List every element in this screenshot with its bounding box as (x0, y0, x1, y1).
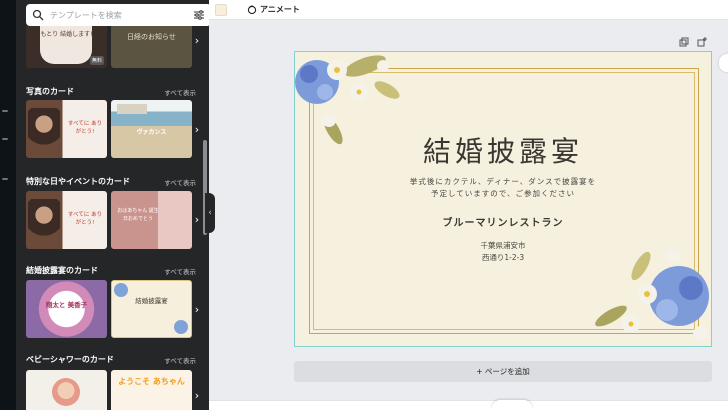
template-row: 翔太と 美香子 結婚披露宴 (26, 280, 192, 338)
thumb-text: すべてに ありがとう! (67, 121, 103, 135)
section-title: ベビーシャワーのカード (26, 355, 114, 364)
thumb-text: おばあちゃん 誕生日おめでとう (117, 208, 159, 222)
template-thumb[interactable]: 日経のお知らせ (111, 26, 192, 68)
animate-icon (247, 4, 257, 14)
editor-toolbar: アニメート (209, 0, 728, 20)
section-header: 写真のカード すべて表示 (26, 86, 196, 97)
address-line2[interactable]: 西通り1-2-3 (295, 252, 711, 263)
template-thumb[interactable]: すべてに ありがとう! (26, 100, 107, 158)
template-thumb[interactable] (26, 370, 107, 410)
see-all-link[interactable]: すべて表示 (164, 355, 196, 365)
section-header: ベビーシャワーのカード すべて表示 (26, 354, 196, 365)
template-thumb[interactable]: すべてに ありがとう! (26, 191, 107, 249)
thumb-text: 日経のお知らせ (127, 33, 176, 41)
chevron-right-icon[interactable]: › (192, 33, 202, 47)
search-input[interactable]: テンプレートを検索 (50, 10, 193, 21)
chevron-right-icon[interactable]: › (192, 212, 202, 226)
template-thumb[interactable]: 結婚披露宴 (111, 280, 192, 338)
chevron-right-icon[interactable]: › (192, 122, 202, 136)
add-page-button[interactable]: + ページを追加 (294, 361, 712, 382)
collapse-panel-button[interactable]: ‹ (205, 193, 215, 233)
free-badge: 無料 (89, 56, 104, 65)
filter-icon[interactable] (193, 9, 205, 21)
section-header: 特別な日やイベントのカード すべて表示 (26, 176, 196, 187)
section-header: 結婚披露宴のカード すべて表示 (26, 265, 196, 276)
chevron-right-icon[interactable]: › (192, 302, 202, 316)
background-color-swatch[interactable] (215, 3, 227, 16)
search-box[interactable]: テンプレートを検索 (26, 4, 209, 26)
section-title: 結婚披露宴のカード (26, 266, 98, 275)
bottom-bar (209, 400, 728, 410)
animate-button[interactable]: アニメート (247, 4, 300, 15)
venue-name[interactable]: ブルーマリンレストラン (295, 214, 711, 229)
thumb-text: ようこそ あちゃん (118, 377, 185, 386)
add-page-icon[interactable] (697, 37, 707, 47)
page-tools (679, 37, 707, 47)
rail-mark (2, 178, 8, 180)
thumb-text: もとり 結婚します! (40, 31, 93, 38)
invitation-text-line2[interactable]: 予定していますので、ご参加ください (295, 188, 711, 199)
rail-mark (2, 110, 8, 112)
address-line1[interactable]: 千葉県浦安市 (295, 240, 711, 251)
thumb-text: 翔太と 美香子 (45, 301, 88, 309)
chevron-left-icon: ‹ (208, 208, 212, 218)
left-rail (0, 0, 16, 410)
bottom-expand-handle[interactable] (492, 400, 532, 410)
template-thumb[interactable]: おばあちゃん 誕生日おめでとう (111, 191, 192, 249)
app: テンプレートを検索 もとり 結婚します! 無料 日経のお知らせ › 写真のカード… (0, 0, 728, 410)
side-handle[interactable] (719, 54, 728, 72)
design-canvas[interactable]: 結婚披露宴 挙式後にカクテル、ディナー、ダンスで披露宴を 予定していますので、ご… (294, 51, 712, 347)
rail-mark (2, 138, 8, 140)
template-row: すべてに ありがとう! おばあちゃん 誕生日おめでとう (26, 191, 192, 249)
template-thumb[interactable]: 翔太と 美香子 (26, 280, 107, 338)
templates-panel: テンプレートを検索 もとり 結婚します! 無料 日経のお知らせ › 写真のカード… (16, 0, 209, 410)
template-row: ようこそ あちゃん (26, 370, 192, 410)
chevron-right-icon[interactable]: › (192, 388, 202, 402)
see-all-link[interactable]: すべて表示 (164, 177, 196, 187)
search-icon (32, 9, 44, 21)
see-all-link[interactable]: すべて表示 (164, 266, 196, 276)
see-all-link[interactable]: すべて表示 (164, 87, 196, 97)
animate-label: アニメート (260, 5, 300, 14)
template-thumb[interactable]: ヴァカンス (111, 100, 192, 158)
section-title: 特別な日やイベントのカード (26, 177, 130, 186)
invitation-title[interactable]: 結婚披露宴 (295, 130, 711, 170)
template-thumb[interactable]: ようこそ あちゃん (111, 370, 192, 410)
template-row: もとり 結婚します! 無料 日経のお知らせ (26, 26, 192, 68)
section-title: 写真のカード (26, 87, 74, 96)
duplicate-page-icon[interactable] (679, 37, 689, 47)
thumb-text: すべてに ありがとう! (67, 212, 103, 226)
invitation-text-line1[interactable]: 挙式後にカクテル、ディナー、ダンスで披露宴を (295, 176, 711, 187)
template-thumb[interactable]: もとり 結婚します! 無料 (26, 26, 107, 68)
template-row: すべてに ありがとう! ヴァカンス (26, 100, 192, 158)
thumb-text: 結婚披露宴 (135, 297, 168, 305)
thumb-text: ヴァカンス (136, 129, 167, 136)
